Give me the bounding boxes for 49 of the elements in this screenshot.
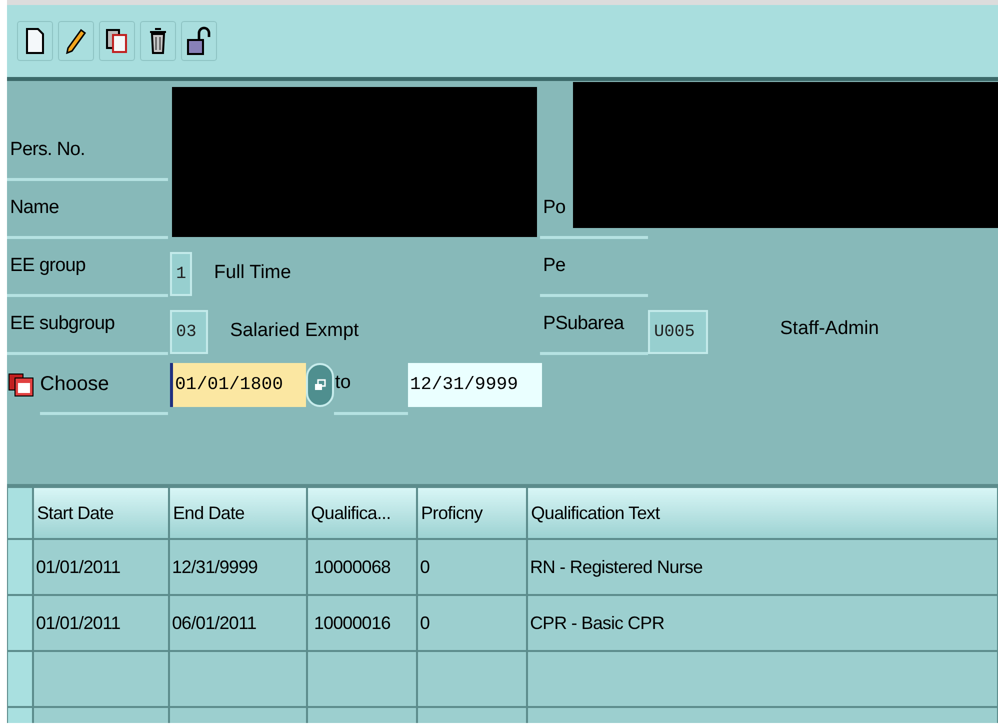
field-label: EE subgroup [10,312,115,336]
field-text: Salaried Exmpt [230,318,359,342]
period-label: Choose [40,372,109,396]
calendar-icon [8,373,34,397]
open-lock-icon [187,26,211,56]
row-selector[interactable] [7,595,33,651]
value-field[interactable]: 1 [170,252,192,296]
end-date-field[interactable]: 12/31/9999 [408,363,542,407]
column-header[interactable]: Proficny [417,487,527,539]
table-cell: 10000016 [307,595,417,651]
field-label: Po [543,196,566,220]
table-cell: 06/01/2011 [169,595,307,651]
document-icon [26,28,44,54]
field-label: Pe [543,254,566,278]
range-toggle-button[interactable] [306,363,334,407]
column-header[interactable]: Qualification Text [527,487,998,539]
copy-icon [106,28,128,54]
value-field[interactable]: 03 [170,310,208,354]
field-text: Full Time [214,260,292,284]
toolbar-button[interactable] [17,21,53,61]
column-header[interactable]: Start Date [33,487,169,539]
row-selector[interactable] [7,651,33,707]
row-selector[interactable] [7,539,33,595]
table-cell: 01/01/2011 [33,595,169,651]
pencil-icon [65,28,87,54]
field-label: Name [10,196,59,220]
table-cell: 12/31/9999 [169,539,307,595]
column-header[interactable]: Qualifica... [307,487,417,539]
table-cell: 0 [417,595,527,651]
table-cell: 0 [417,539,527,595]
table-cell: RN - Registered Nurse [527,539,998,595]
table-cell: 10000068 [307,539,417,595]
start-date-field[interactable]: 01/01/1800 [170,363,306,407]
table-cell: 01/01/2011 [33,539,169,595]
multiple-selection-icon [314,379,326,391]
select-all-button[interactable] [7,487,33,539]
field-label: EE group [10,254,86,278]
toolbar-button[interactable] [140,21,176,61]
toolbar-button[interactable] [99,21,135,61]
table-cell: CPR - Basic CPR [527,595,998,651]
trash-icon [148,27,168,55]
value-field[interactable]: U005 [648,310,708,354]
column-header[interactable]: End Date [169,487,307,539]
field-text: Staff-Admin [780,316,879,340]
toolbar-button[interactable] [58,21,94,61]
to-label: to [335,371,351,396]
toolbar-button[interactable] [181,21,217,61]
field-label: Pers. No. [10,138,85,162]
field-label: PSubarea [543,312,624,336]
